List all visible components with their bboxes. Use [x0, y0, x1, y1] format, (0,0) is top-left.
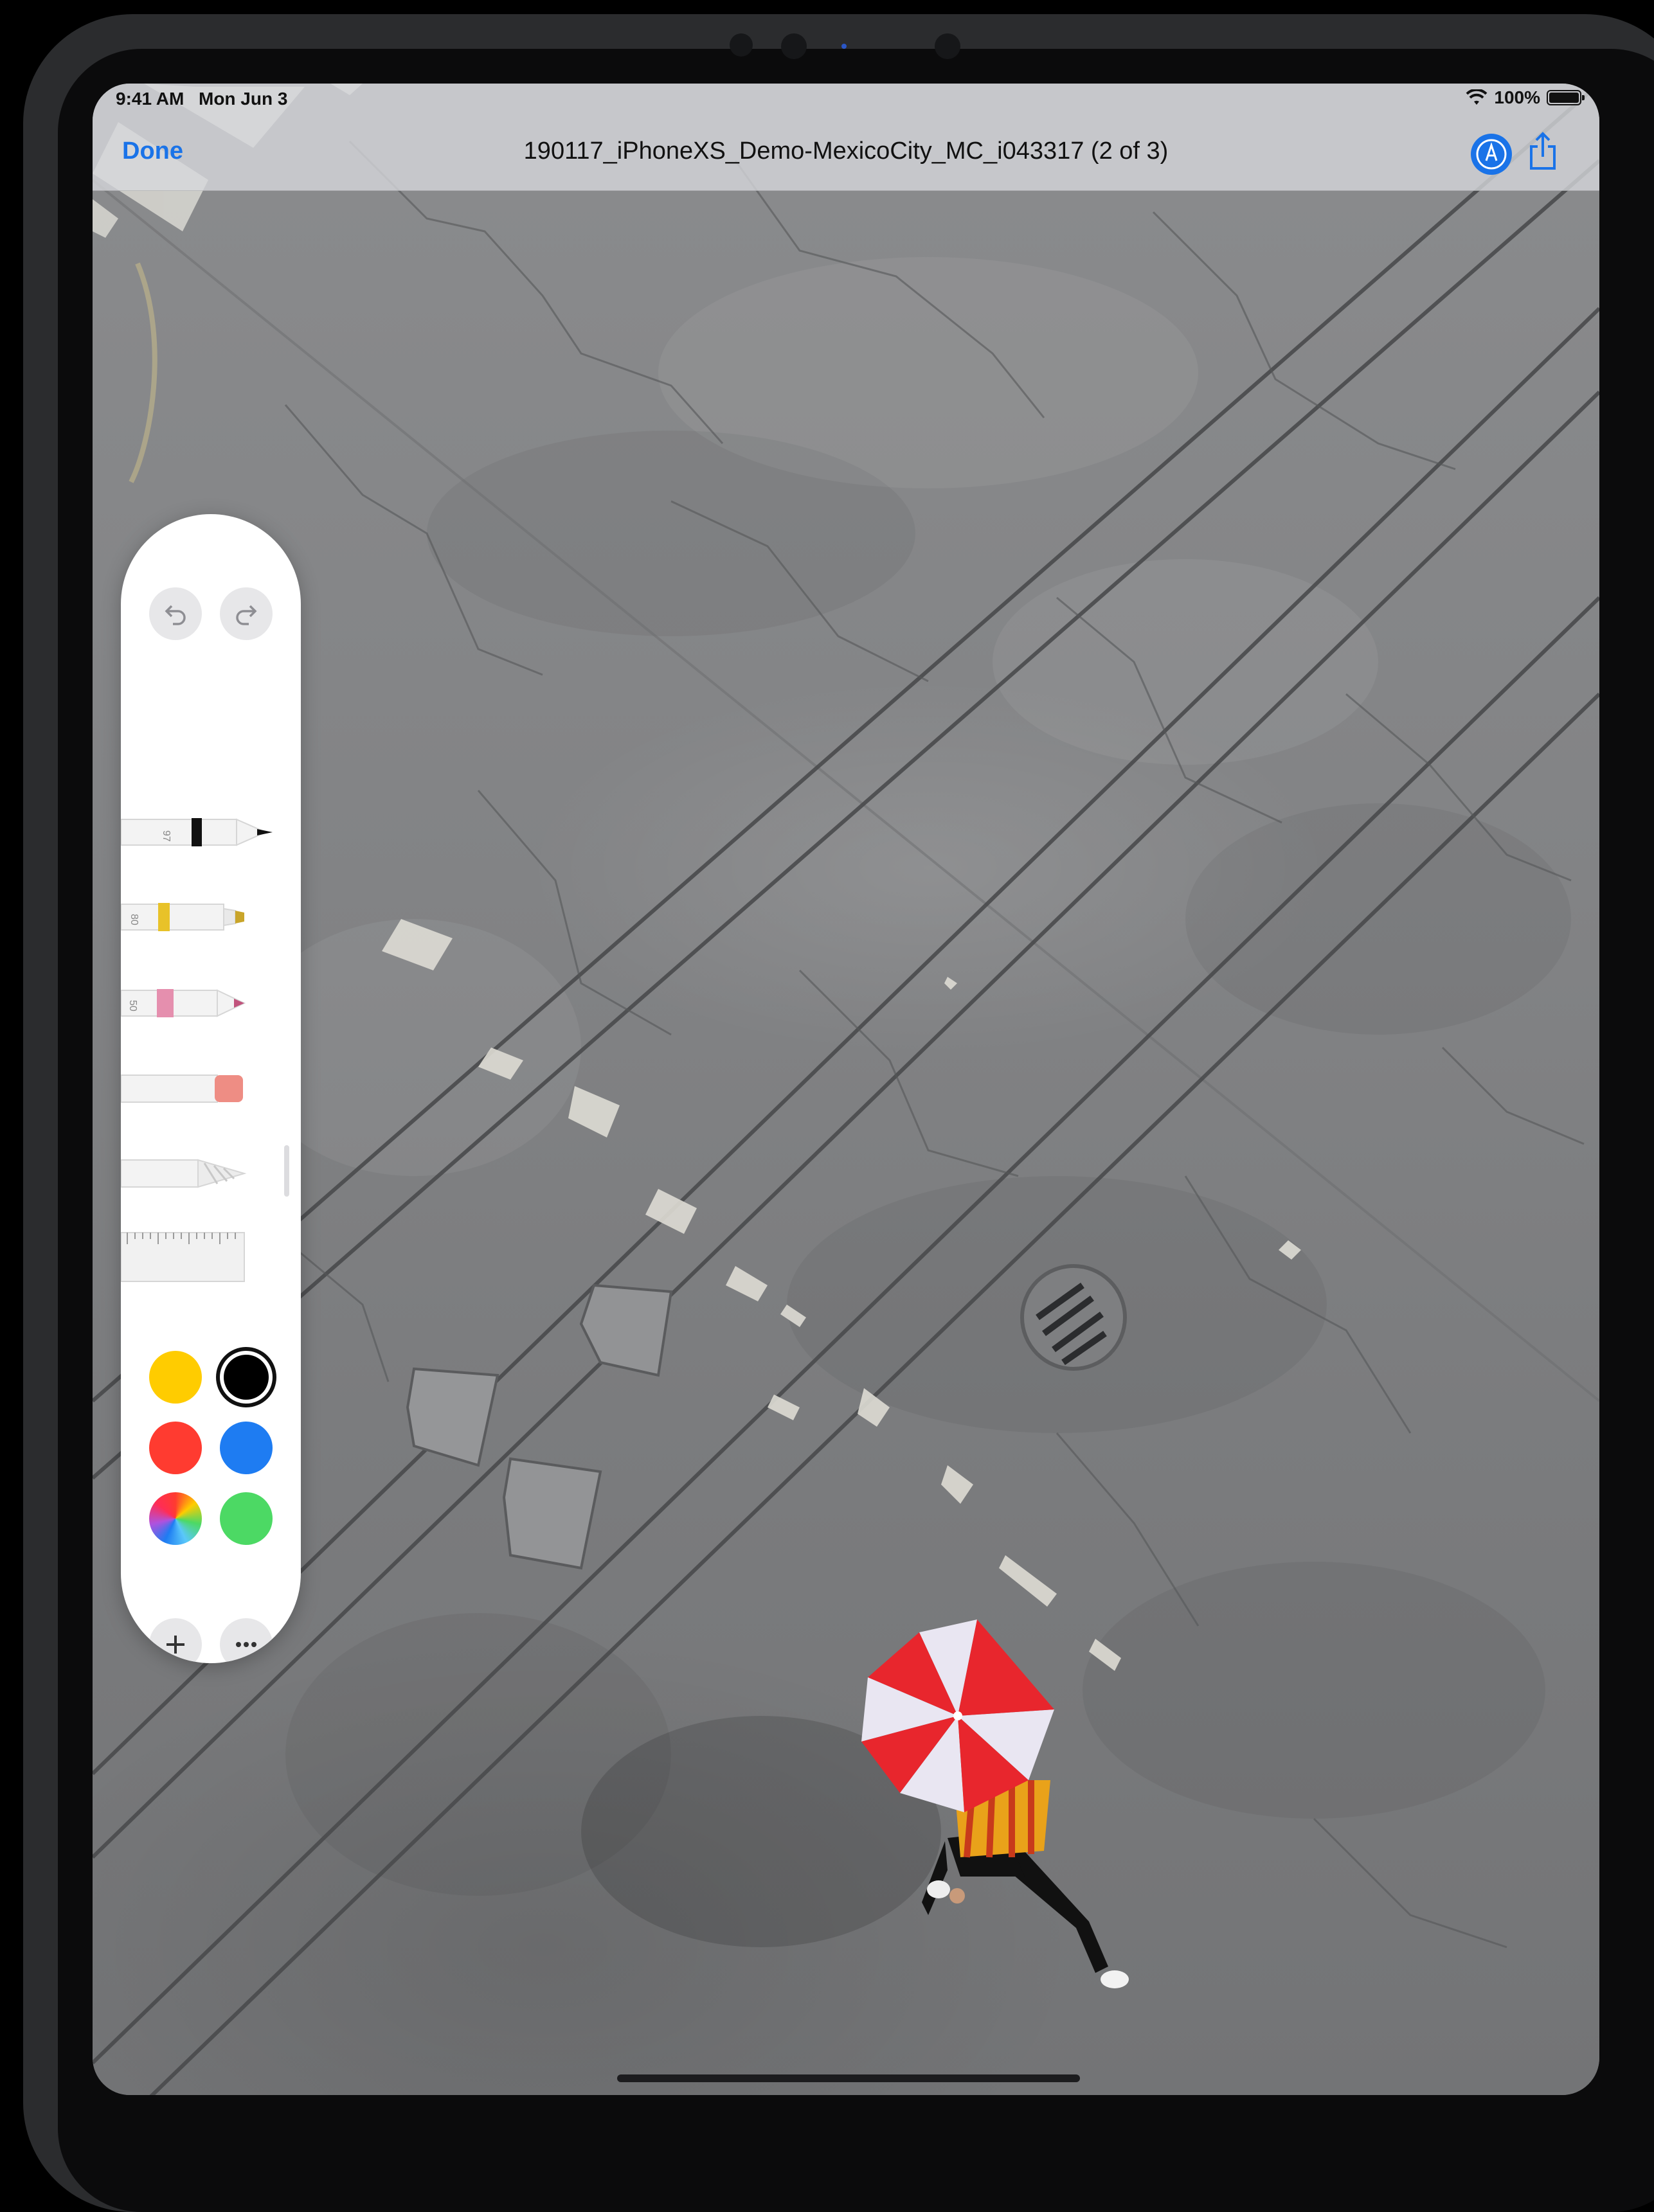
color-swatch-green[interactable]: [220, 1492, 273, 1545]
face-id-sensor: [935, 33, 960, 59]
lasso-icon: [121, 1159, 247, 1188]
status-time: 9:41 AM: [116, 89, 184, 109]
front-camera: [730, 33, 753, 57]
marker-width-label: 80: [129, 914, 139, 925]
status-right: 100%: [1466, 87, 1585, 108]
marker-icon: 80: [121, 903, 244, 931]
pen-icon: 97: [121, 818, 273, 846]
ellipsis-icon: [236, 1642, 256, 1647]
redo-icon: [236, 605, 257, 625]
battery-percent: 100%: [1494, 87, 1540, 107]
color-swatch-blue[interactable]: [220, 1422, 273, 1474]
lasso-tool[interactable]: [121, 1150, 275, 1195]
wifi-icon: [1466, 89, 1488, 105]
share-button[interactable]: [1526, 131, 1560, 172]
home-indicator[interactable]: [617, 2074, 1080, 2082]
pen-width-label: 97: [161, 830, 172, 842]
pencil-icon: 50: [121, 989, 246, 1017]
nav-title: 190117_iPhoneXS_Demo-MexicoCity_MC_i0433…: [523, 138, 1169, 165]
battery-icon: [1547, 90, 1585, 105]
redo-button[interactable]: [220, 587, 273, 640]
plus-icon: [166, 1636, 184, 1654]
pen-tool[interactable]: 97: [121, 810, 275, 855]
undo-icon: [165, 605, 186, 625]
color-picker-multicolor[interactable]: [149, 1492, 202, 1545]
tool-scroll-indicator[interactable]: [284, 1145, 289, 1197]
pencil-tool[interactable]: 50: [121, 981, 275, 1026]
color-swatch-yellow[interactable]: [149, 1351, 202, 1404]
undo-button[interactable]: [149, 587, 202, 640]
add-button[interactable]: [149, 1618, 202, 1663]
face-id-sensor: [781, 33, 807, 59]
markup-pen-icon: [1476, 139, 1507, 170]
color-swatch-red[interactable]: [149, 1422, 202, 1474]
navigation-bar: 9:41 AM Mon Jun 3 100% Done 190117_iPhon…: [93, 84, 1599, 191]
pencil-width-label: 50: [127, 1000, 138, 1012]
marker-tool[interactable]: 80: [121, 895, 275, 940]
camera-indicator: [841, 44, 847, 49]
eraser-tool[interactable]: [121, 1066, 275, 1110]
share-icon: [1530, 132, 1556, 170]
eraser-icon: [121, 1075, 243, 1103]
more-button[interactable]: [220, 1618, 273, 1663]
color-swatch-black[interactable]: [224, 1355, 269, 1400]
markup-button[interactable]: [1471, 134, 1512, 175]
status-date: Mon Jun 3: [199, 89, 288, 109]
markup-tool-palette: 97 80 50: [121, 514, 301, 1663]
status-bar: 9:41 AM Mon Jun 3 100%: [93, 84, 1599, 116]
battery-level: [1549, 93, 1579, 103]
screen: 9:41 AM Mon Jun 3 100% Done 190117_iPhon…: [93, 84, 1599, 2095]
ruler-icon: [121, 1232, 245, 1282]
street-photo[interactable]: [93, 84, 1599, 2095]
ruler-tool[interactable]: [121, 1227, 275, 1285]
